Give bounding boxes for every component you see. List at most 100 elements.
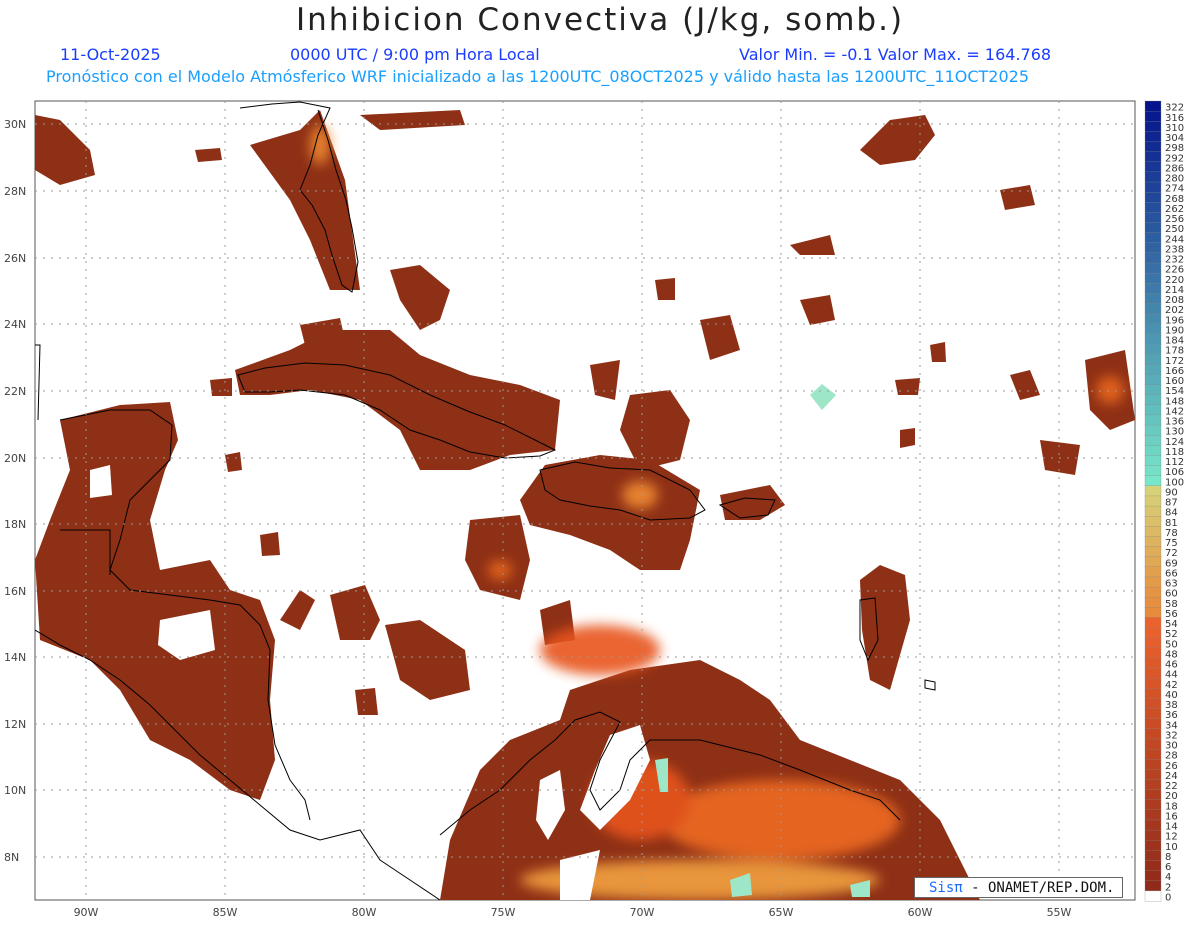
lat-label: 8N [4,851,19,864]
color-scale-swatch [1144,617,1162,629]
color-scale-swatch [1144,495,1162,507]
color-scale-swatch [1144,678,1162,689]
color-scale-swatch [1144,283,1162,295]
color-scale-swatch [1144,232,1162,244]
color-scale-swatch [1144,222,1162,234]
color-scale-swatch [1144,698,1162,710]
color-scale-swatch [1144,840,1162,852]
color-scale-swatch [1144,364,1162,376]
lat-label: 14N [4,651,26,664]
color-scale-swatch [1144,556,1162,568]
lon-label: 55W [1047,906,1072,919]
color-scale-swatch [1144,516,1162,527]
lat-label: 28N [4,185,26,198]
lat-label: 16N [4,585,26,598]
lon-label: 60W [908,906,933,919]
color-scale-swatch [1144,769,1162,781]
color-scale-swatch [1144,576,1162,588]
color-scale-swatch [1144,637,1162,649]
color-scale-swatch [1144,799,1162,811]
lat-label: 22N [4,385,26,398]
color-scale-swatch [1144,688,1162,700]
color-scale-swatch [1144,181,1162,193]
color-scale-swatch [1144,505,1162,517]
color-scale-swatch [1144,333,1162,345]
color-scale-swatch [1144,161,1162,173]
lat-label: 26N [4,252,26,265]
color-scale-swatch [1144,485,1162,497]
color-scale-swatch [1144,343,1162,355]
color-scale-swatch [1144,121,1162,133]
color-scale-swatch [1144,110,1162,122]
color-scale-swatch [1144,566,1162,578]
color-scale-swatch [1144,212,1162,224]
color-scale-swatch [1144,597,1162,608]
color-scale-swatch [1144,435,1162,446]
color-scale-swatch [1144,759,1162,771]
color-scale-swatch [1144,202,1162,214]
color-scale-swatch [1144,647,1162,659]
color-scale-swatch [1144,354,1162,365]
color-scale-swatch [1144,313,1162,325]
color-scale-label: 0 [1165,893,1171,904]
lon-label: 85W [213,906,238,919]
color-scale-swatch [1144,708,1162,720]
color-scale-swatch [1144,293,1162,305]
color-scale-swatch [1144,141,1162,153]
color-scale-swatch [1144,657,1162,669]
color-scale-swatch [1144,546,1162,558]
color-scale-swatch [1144,242,1162,254]
color-scale-swatch [1144,191,1162,203]
lat-label: 24N [4,318,26,331]
color-scale-swatch [1144,607,1162,619]
color-scale-swatch [1144,789,1162,801]
lat-label: 12N [4,718,26,731]
credit-box: Sisπ - ONAMET/REP.DOM. [914,877,1123,898]
lon-label: 75W [491,906,516,919]
color-scale-swatch [1144,890,1162,902]
color-scale-swatch [1144,728,1162,740]
color-scale-swatch [1144,526,1162,538]
color-scale-swatch [1144,667,1162,679]
color-scale-swatch [1144,445,1162,457]
color-scale-swatch [1144,809,1162,821]
color-scale-swatch [1144,627,1162,639]
color-scale-swatch [1144,748,1162,760]
lon-label: 70W [630,906,655,919]
lon-label: 80W [352,906,377,919]
color-scale-swatch [1144,738,1162,750]
lat-label: 30N [4,118,26,131]
color-scale-swatch [1144,860,1162,872]
color-scale-swatch [1144,586,1162,598]
color-scale-swatch [1144,131,1162,143]
brand-logo: Sisπ [929,880,963,896]
color-scale-swatch [1144,475,1162,487]
color-scale-swatch [1144,262,1162,274]
color-scale-swatch [1144,151,1162,163]
color-scale-swatch [1144,819,1162,831]
color-scale-swatch [1144,100,1162,112]
color-scale-swatch [1144,303,1162,315]
lat-label: 10N [4,784,26,797]
lat-label: 18N [4,518,26,531]
color-scale-swatch [1144,870,1162,882]
color-scale-swatch [1144,465,1162,477]
color-scale-swatch [1144,273,1162,284]
color-scale-swatch [1144,414,1162,426]
color-scale-swatch [1144,850,1162,862]
lon-label: 90W [74,906,99,919]
color-scale-swatch [1144,779,1162,791]
color-scale-swatch [1144,374,1162,386]
color-scale-swatch [1144,536,1162,548]
color-scale-swatch [1144,171,1162,183]
latitude-labels: 30N 28N 26N 24N 22N 20N 18N 16N 14N 12N … [4,118,26,864]
color-scale-swatch [1144,718,1162,730]
color-scale-swatch [1144,829,1162,841]
color-scale-swatch [1144,384,1162,396]
color-scale-swatch [1144,880,1162,892]
color-scale-swatch [1144,323,1162,335]
cin-map: 30N 28N 26N 24N 22N 20N 18N 16N 14N 12N … [4,100,1184,919]
lat-label: 20N [4,452,26,465]
color-scale-swatch [1144,394,1162,406]
lon-label: 65W [769,906,794,919]
